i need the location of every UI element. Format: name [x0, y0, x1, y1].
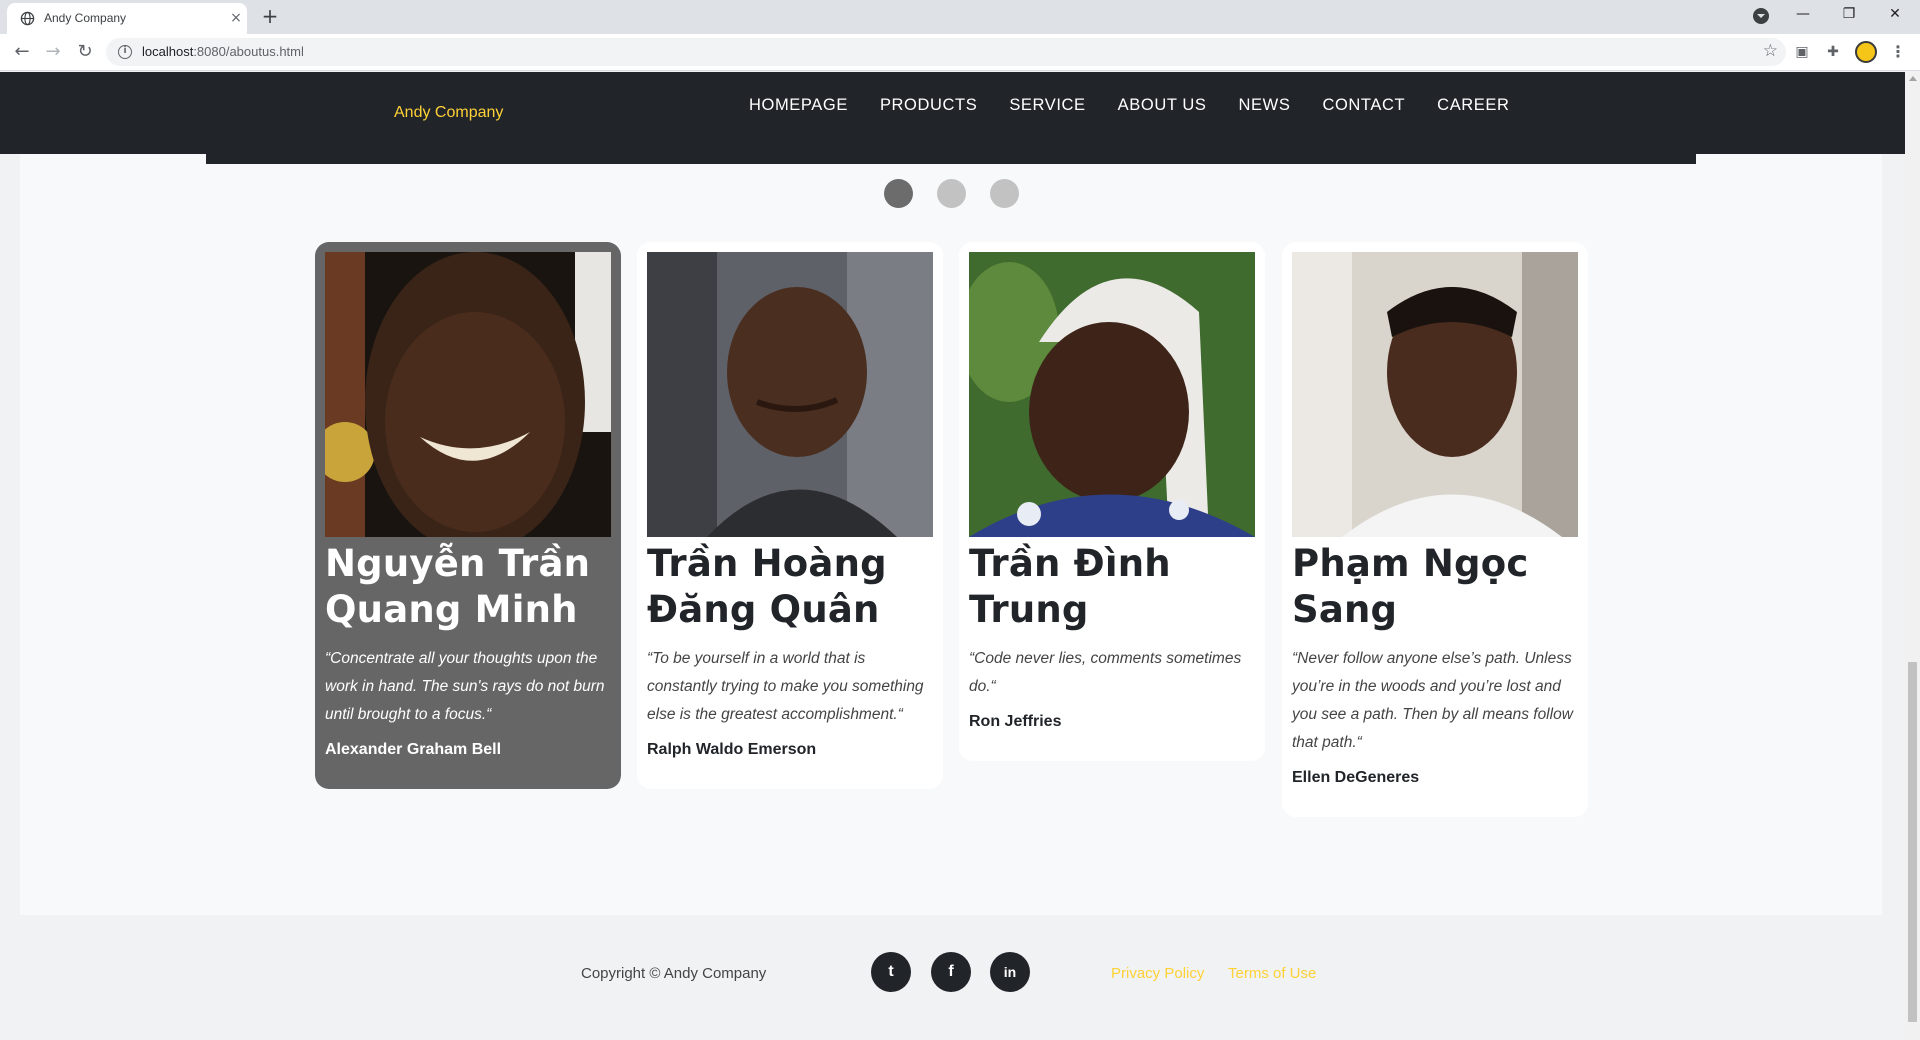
carousel-dot-2[interactable]	[937, 179, 966, 208]
team-card[interactable]: Nguyễn Trần Quang Minh “Concentrate all …	[315, 242, 621, 789]
extension-icon[interactable]: ▣	[1792, 42, 1812, 62]
new-tab-button[interactable]: +	[258, 4, 282, 28]
site-footer: Copyright © Andy Company t f in Privacy …	[0, 915, 1905, 1040]
team-card[interactable]: Phạm Ngọc Sang “Never follow anyone else…	[1282, 242, 1588, 817]
site-navbar: Andy Company HOMEPAGE PRODUCTS SERVICE A…	[0, 72, 1905, 154]
carousel-dot-1[interactable]	[884, 179, 913, 208]
address-bar[interactable]: i localhost:8080/aboutus.html ☆	[106, 38, 1786, 66]
close-window-button[interactable]: ✕	[1872, 0, 1918, 30]
minimize-button[interactable]: —	[1780, 0, 1826, 30]
quote-author: Ron Jeffries	[969, 713, 1062, 730]
browser-toolbar: ← → ↻ i localhost:8080/aboutus.html ☆ ▣ …	[0, 34, 1920, 71]
close-tab-icon[interactable]: ×	[226, 8, 246, 28]
tab-search-icon[interactable]	[1753, 8, 1769, 24]
tab-title: Andy Company	[44, 11, 127, 25]
nav-link-homepage[interactable]: HOMEPAGE	[749, 96, 848, 115]
member-name: Trần Đình Trung	[969, 542, 1171, 631]
member-quote: “Code never lies, comments sometimes do.…	[969, 650, 1242, 695]
nav-link-contact[interactable]: CONTACT	[1322, 96, 1405, 115]
nav-link-about-us[interactable]: ABOUT US	[1118, 96, 1207, 115]
member-quote: “Never follow anyone else’s path. Unless…	[1292, 650, 1573, 751]
profile-avatar[interactable]	[1855, 41, 1877, 63]
reload-icon[interactable]: ↻	[72, 39, 98, 65]
quote-author: Ralph Waldo Emerson	[647, 741, 817, 758]
linkedin-icon[interactable]: in	[990, 952, 1030, 992]
team-card[interactable]: Trần Đình Trung “Code never lies, commen…	[959, 242, 1265, 761]
more-menu-icon[interactable]: ⋮	[1890, 42, 1906, 61]
quote-author: Alexander Graham Bell	[325, 741, 502, 758]
team-member-photo	[959, 252, 1255, 537]
terms-of-use-link[interactable]: Terms of Use	[1228, 965, 1316, 982]
facebook-icon[interactable]: f	[931, 952, 971, 992]
browser-tabbar: Andy Company × + — ❐ ✕	[0, 0, 1920, 34]
carousel-dot-3[interactable]	[990, 179, 1019, 208]
team-member-photo	[1292, 252, 1578, 537]
forward-arrow-icon[interactable]: →	[40, 39, 66, 65]
browser-tab[interactable]: Andy Company ×	[7, 3, 247, 34]
info-icon[interactable]: i	[118, 45, 132, 59]
brand-logo[interactable]: Andy Company	[394, 104, 503, 122]
team-member-photo	[315, 252, 611, 552]
team-member-photo	[647, 252, 933, 537]
scrollbar-thumb[interactable]	[1908, 662, 1917, 1022]
back-arrow-icon[interactable]: ←	[9, 39, 35, 65]
scroll-up-arrow-icon[interactable]	[1909, 76, 1917, 81]
twitter-icon[interactable]: t	[871, 952, 911, 992]
nav-link-service[interactable]: SERVICE	[1009, 96, 1085, 115]
carousel-bottom-edge	[206, 154, 1696, 164]
restore-button[interactable]: ❐	[1826, 0, 1872, 30]
team-card[interactable]: Trần Hoàng Đăng Quân “To be yourself in …	[637, 242, 943, 789]
member-name: Trần Hoàng Đăng Quân	[647, 542, 887, 631]
member-name: Nguyễn Trần Quang Minh	[325, 542, 591, 631]
member-quote: “To be yourself in a world that is const…	[647, 650, 924, 723]
quote-author: Ellen DeGeneres	[1292, 769, 1420, 786]
url-text[interactable]: localhost:8080/aboutus.html	[142, 44, 304, 59]
nav-link-career[interactable]: CAREER	[1437, 96, 1509, 115]
privacy-policy-link[interactable]: Privacy Policy	[1111, 965, 1204, 982]
nav-links: HOMEPAGE PRODUCTS SERVICE ABOUT US NEWS …	[749, 96, 1542, 115]
member-quote: “Concentrate all your thoughts upon the …	[325, 650, 605, 723]
nav-link-products[interactable]: PRODUCTS	[880, 96, 977, 115]
page-scrollbar[interactable]	[1905, 72, 1920, 1040]
team-section: Nguyễn Trần Quang Minh “Concentrate all …	[20, 154, 1882, 915]
puzzle-icon[interactable]: ✚	[1823, 42, 1843, 62]
copyright-text: Copyright © Andy Company	[581, 965, 767, 982]
member-name: Phạm Ngọc Sang	[1292, 542, 1529, 631]
bookmark-star-icon[interactable]: ☆	[1763, 41, 1778, 61]
nav-link-news[interactable]: NEWS	[1239, 96, 1291, 115]
page-viewport: Andy Company HOMEPAGE PRODUCTS SERVICE A…	[0, 72, 1905, 1040]
globe-icon	[20, 11, 35, 26]
